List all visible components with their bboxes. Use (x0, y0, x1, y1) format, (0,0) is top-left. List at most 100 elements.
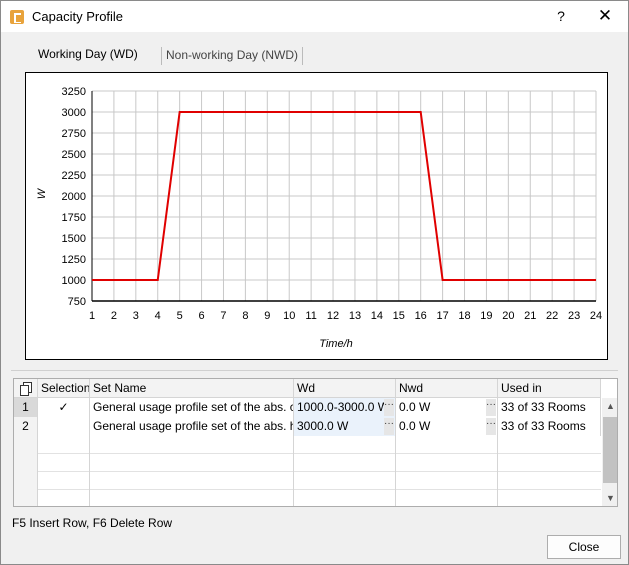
row-number-empty (14, 490, 38, 506)
empty-row (14, 472, 601, 490)
header-nwd[interactable]: Nwd (396, 379, 498, 398)
used-in-cell[interactable]: 33 of 33 Rooms (498, 417, 601, 436)
table-row[interactable]: 1 ✓ General usage profile set of the abs… (14, 398, 601, 417)
app-icon (10, 10, 24, 24)
tab-working-day[interactable]: Working Day (WD) (32, 45, 144, 67)
x-tick-label: 23 (568, 310, 580, 322)
x-tick-label: 8 (242, 310, 248, 322)
x-tick-label: 17 (436, 310, 448, 322)
wd-value: 3000.0 W (297, 419, 349, 433)
empty-cell (38, 472, 90, 490)
row-number-empty (14, 454, 38, 472)
nwd-ellipsis-button[interactable]: ··· (486, 418, 496, 435)
y-tick-label: 2750 (62, 128, 86, 140)
empty-cell (294, 490, 396, 506)
x-tick-label: 18 (458, 310, 470, 322)
selection-check-icon[interactable]: ✓ (38, 398, 90, 417)
nwd-cell[interactable]: 0.0 W ··· (396, 398, 498, 417)
x-tick-label: 24 (590, 310, 602, 322)
capacity-profile-dialog: Capacity Profile ? ✕ Working Day (WD) No… (0, 0, 629, 565)
header-wd[interactable]: Wd (294, 379, 396, 398)
table-row[interactable]: 2 General usage profile set of the abs. … (14, 417, 601, 436)
x-tick-label: 12 (327, 310, 339, 322)
divider (11, 370, 618, 371)
x-tick-label: 10 (283, 310, 295, 322)
row-number-empty (14, 472, 38, 490)
x-tick-label: 16 (415, 310, 427, 322)
set-name-cell[interactable]: General usage profile set of the abs. co… (90, 398, 294, 417)
wd-ellipsis-button[interactable]: ··· (384, 418, 394, 435)
scroll-down-icon[interactable]: ▼ (602, 490, 617, 506)
grid-header: Selection Set Name Wd Nwd Used in (14, 379, 601, 398)
empty-cell (90, 490, 294, 506)
empty-cell (38, 490, 90, 506)
y-tick-label: 3250 (62, 86, 86, 98)
x-tick-label: 1 (89, 310, 95, 322)
row-number[interactable]: 1 (14, 398, 38, 417)
selection-cell[interactable] (38, 417, 90, 436)
x-tick-label: 22 (546, 310, 558, 322)
copy-icon[interactable] (19, 381, 35, 397)
used-in-cell[interactable]: 33 of 33 Rooms (498, 398, 601, 417)
x-tick-label: 21 (524, 310, 536, 322)
header-used-in[interactable]: Used in (498, 379, 601, 398)
x-tick-label: 6 (199, 310, 205, 322)
header-selection[interactable]: Selection (38, 379, 90, 398)
close-window-icon[interactable]: ✕ (593, 5, 617, 27)
nwd-value: 0.0 W (399, 400, 431, 414)
vertical-scrollbar[interactable]: ▲ ▼ (602, 398, 617, 506)
scroll-thumb[interactable] (603, 417, 617, 483)
empty-cell (294, 454, 396, 472)
x-tick-label: 14 (371, 310, 383, 322)
y-tick-label: 2500 (62, 149, 86, 161)
empty-cell (294, 436, 396, 454)
x-tick-label: 9 (264, 310, 270, 322)
x-tick-label: 13 (349, 310, 361, 322)
row-number-empty (14, 436, 38, 454)
y-tick-label: 1000 (62, 275, 86, 287)
empty-row (14, 436, 601, 454)
x-tick-label: 19 (480, 310, 492, 322)
x-tick-label: 7 (220, 310, 226, 322)
capacity-chart: 1 2 3 4 5 6 7 8 9 10 11 12 13 14 15 16 17 18 19 20 21 22 23 24 7… (25, 72, 608, 360)
scroll-up-icon[interactable]: ▲ (602, 398, 617, 415)
set-name-cell[interactable]: General usage profile set of the abs. he… (90, 417, 294, 436)
empty-cell (38, 436, 90, 454)
x-axis-label: Time/h (319, 338, 353, 350)
x-tick-label: 15 (393, 310, 405, 322)
tab-non-working-day[interactable]: Non-working Day (NWD) (161, 47, 304, 65)
y-tick-label: 2250 (62, 170, 86, 182)
y-tick-label: 750 (68, 296, 86, 308)
empty-cell (396, 490, 498, 506)
empty-row (14, 490, 601, 506)
wd-value: 1000.0-3000.0 W (297, 400, 390, 414)
help-button[interactable]: ? (550, 5, 572, 27)
y-tick-label: 1250 (62, 254, 86, 266)
profile-grid: Selection Set Name Wd Nwd Used in 1 ✓ Ge… (13, 378, 618, 507)
empty-cell (294, 472, 396, 490)
nwd-cell[interactable]: 0.0 W ··· (396, 417, 498, 436)
header-set-name[interactable]: Set Name (90, 379, 294, 398)
chart-canvas: 1 2 3 4 5 6 7 8 9 10 11 12 13 14 15 16 17 18 19 20 21 22 23 247… (36, 86, 602, 350)
wd-cell[interactable]: 3000.0 W ··· (294, 417, 396, 436)
y-tick-label: 1500 (62, 233, 86, 245)
shortcut-hint: F5 Insert Row, F6 Delete Row (12, 516, 173, 530)
row-number[interactable]: 2 (14, 417, 38, 436)
y-tick-label: 2000 (62, 191, 86, 203)
x-tick-label: 4 (155, 310, 161, 322)
wd-ellipsis-button[interactable]: ··· (384, 399, 394, 416)
x-tick-label: 20 (502, 310, 514, 322)
grid-corner[interactable] (14, 379, 38, 398)
close-button[interactable]: Close (547, 535, 621, 559)
y-tick-label: 1750 (62, 212, 86, 224)
window-title: Capacity Profile (32, 9, 124, 24)
empty-cell (396, 436, 498, 454)
x-tick-label: 5 (177, 310, 183, 322)
y-axis-label: W (36, 187, 48, 199)
wd-cell[interactable]: 1000.0-3000.0 W ··· (294, 398, 396, 417)
empty-cell (396, 472, 498, 490)
empty-cell (90, 472, 294, 490)
nwd-ellipsis-button[interactable]: ··· (486, 399, 496, 416)
empty-cell (396, 454, 498, 472)
x-tick-label: 11 (305, 310, 316, 322)
